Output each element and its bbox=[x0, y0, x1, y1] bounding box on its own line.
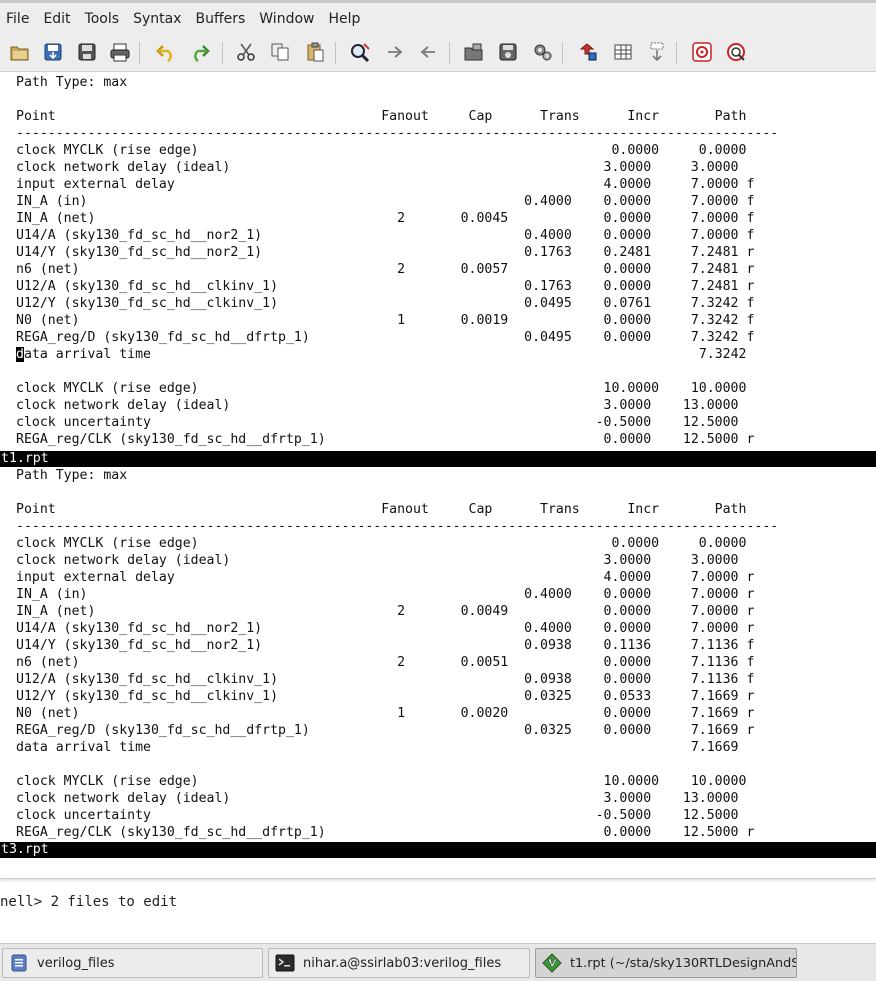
run-script-icon[interactable] bbox=[531, 40, 555, 64]
menu-tools[interactable]: Tools bbox=[79, 5, 128, 33]
menu-file[interactable]: File bbox=[0, 5, 37, 33]
help-icon[interactable] bbox=[690, 40, 714, 64]
task-verilog-files[interactable]: verilog_files bbox=[2, 948, 263, 978]
report-line: n6 (net) 2 0.0051 0.0000 7.1136 f bbox=[16, 655, 755, 670]
menu-buffers[interactable]: Buffers bbox=[189, 5, 253, 33]
undo-icon[interactable] bbox=[154, 40, 178, 64]
report-line: Path Type: max bbox=[16, 468, 128, 483]
report-line: REGA_reg/D (sky130_fd_sc_hd__dfrtp_1) 0.… bbox=[16, 723, 755, 738]
find-next-icon[interactable] bbox=[383, 40, 407, 64]
gvim-window-bottom-edge bbox=[0, 858, 876, 879]
report-line: U12/A (sky130_fd_sc_hd__clkinv_1) 0.0938… bbox=[16, 672, 755, 687]
editor-pane-top[interactable]: Path Type: max Point Fanout Cap Trans Inc… bbox=[0, 74, 876, 451]
report-line: IN_A (net) 2 0.0045 0.0000 7.0000 f bbox=[16, 211, 755, 226]
report-line: clock MYCLK (rise edge) 0.0000 0.0000 bbox=[16, 536, 747, 551]
terminal-output: nell> 2 files to edit bbox=[0, 894, 178, 910]
report-line: clock uncertainty -0.5000 12.5000 bbox=[16, 415, 739, 430]
report-line: ----------------------------------------… bbox=[16, 126, 779, 141]
toolbar-separator bbox=[222, 42, 223, 64]
toolbar-separator bbox=[335, 42, 336, 64]
report-line: clock network delay (ideal) 3.0000 13.00… bbox=[16, 791, 739, 806]
report-line-text: ata arrival time 7.3242 bbox=[23, 347, 747, 362]
report-line: Point Fanout Cap Trans Incr Path bbox=[16, 502, 747, 517]
find-replace-icon[interactable] bbox=[348, 40, 372, 64]
report-line: clock network delay (ideal) 3.0000 3.000… bbox=[16, 160, 739, 175]
menu-window[interactable]: Window bbox=[253, 5, 322, 33]
menu-help[interactable]: Help bbox=[322, 5, 368, 33]
report-line: data arrival time 7.1669 bbox=[16, 740, 739, 755]
toolbar-separator bbox=[449, 42, 450, 64]
print-icon[interactable] bbox=[108, 40, 132, 64]
load-session-icon[interactable] bbox=[462, 40, 486, 64]
report-line: U14/Y (sky130_fd_sc_hd__nor2_1) 0.0938 0… bbox=[16, 638, 755, 653]
task-label: nihar.a@ssirlab03:verilog_files bbox=[303, 955, 502, 971]
report-line: U14/A (sky130_fd_sc_hd__nor2_1) 0.4000 0… bbox=[16, 621, 755, 636]
report-line: N0 (net) 1 0.0020 0.0000 7.1669 r bbox=[16, 706, 755, 721]
report-line: input external delay 4.0000 7.0000 r bbox=[16, 570, 755, 585]
menu-edit[interactable]: Edit bbox=[37, 5, 78, 33]
task-label: verilog_files bbox=[37, 955, 115, 971]
report-line: clock MYCLK (rise edge) 10.0000 10.0000 bbox=[16, 381, 747, 396]
report-line: data arrival time 7.3242 bbox=[16, 346, 746, 363]
paste-icon[interactable] bbox=[303, 40, 327, 64]
report-line: ----------------------------------------… bbox=[16, 519, 779, 534]
report-line: n6 (net) 2 0.0057 0.0000 7.2481 r bbox=[16, 262, 755, 277]
find-prev-icon[interactable] bbox=[416, 40, 440, 64]
taskbar: verilog_files nihar.a@ssirlab03:verilog_… bbox=[0, 943, 876, 981]
report-line: U12/Y (sky130_fd_sc_hd__clkinv_1) 0.0495… bbox=[16, 296, 755, 311]
report-line: Point Fanout Cap Trans Incr Path bbox=[16, 109, 747, 124]
jump-tag-icon[interactable] bbox=[645, 40, 669, 64]
make-icon[interactable] bbox=[576, 40, 600, 64]
report-line: clock uncertainty -0.5000 12.5000 bbox=[16, 808, 739, 823]
report-line: REGA_reg/CLK (sky130_fd_sc_hd__dfrtp_1) … bbox=[16, 432, 755, 447]
report-line: input external delay 4.0000 7.0000 f bbox=[16, 177, 755, 192]
report-line: U12/A (sky130_fd_sc_hd__clkinv_1) 0.1763… bbox=[16, 279, 755, 294]
run-ctags-icon[interactable] bbox=[611, 40, 635, 64]
open-icon[interactable] bbox=[8, 40, 32, 64]
report-line: U12/Y (sky130_fd_sc_hd__clkinv_1) 0.0325… bbox=[16, 689, 755, 704]
report-line: IN_A (net) 2 0.0049 0.0000 7.0000 r bbox=[16, 604, 755, 619]
toolbar-separator bbox=[139, 42, 140, 64]
task-gvim[interactable]: t1.rpt (~/sta/sky130RTLDesignAndS… bbox=[535, 948, 797, 978]
report-line: REGA_reg/CLK (sky130_fd_sc_hd__dfrtp_1) … bbox=[16, 825, 755, 840]
task-label: t1.rpt (~/sta/sky130RTLDesignAndS… bbox=[570, 955, 797, 971]
save-all-icon[interactable] bbox=[75, 40, 99, 64]
report-line: clock network delay (ideal) 3.0000 13.00… bbox=[16, 398, 739, 413]
text-cursor: d bbox=[16, 347, 24, 362]
copy-icon[interactable] bbox=[268, 40, 292, 64]
report-line: clock network delay (ideal) 3.0000 3.000… bbox=[16, 553, 739, 568]
save-icon[interactable] bbox=[41, 40, 65, 64]
find-help-icon[interactable] bbox=[724, 40, 748, 64]
report-line: IN_A (in) 0.4000 0.0000 7.0000 r bbox=[16, 587, 755, 602]
file-manager-icon bbox=[9, 953, 29, 973]
menu-bar: File Edit Tools Syntax Buffers Window Help bbox=[0, 0, 876, 34]
task-terminal[interactable]: nihar.a@ssirlab03:verilog_files bbox=[268, 948, 530, 978]
toolbar-separator bbox=[562, 42, 563, 64]
redo-icon[interactable] bbox=[188, 40, 212, 64]
editor-pane-bottom[interactable]: Path Type: max Point Fanout Cap Trans Inc… bbox=[0, 467, 876, 842]
gvim-icon bbox=[542, 953, 562, 973]
report-line: clock MYCLK (rise edge) 10.0000 10.0000 bbox=[16, 774, 747, 789]
report-line: clock MYCLK (rise edge) 0.0000 0.0000 bbox=[16, 143, 747, 158]
cut-icon[interactable] bbox=[234, 40, 258, 64]
report-line: Path Type: max bbox=[16, 75, 128, 90]
report-line: U14/A (sky130_fd_sc_hd__nor2_1) 0.4000 0… bbox=[16, 228, 755, 243]
report-line: N0 (net) 1 0.0019 0.0000 7.3242 f bbox=[16, 313, 755, 328]
status-line-bottom[interactable]: t3.rpt bbox=[0, 842, 876, 858]
save-session-icon[interactable] bbox=[496, 40, 520, 64]
toolbar bbox=[0, 34, 876, 72]
report-line: IN_A (in) 0.4000 0.0000 7.0000 f bbox=[16, 194, 755, 209]
toolbar-separator bbox=[676, 42, 677, 64]
status-line-top[interactable]: t1.rpt bbox=[0, 451, 876, 467]
report-line: U14/Y (sky130_fd_sc_hd__nor2_1) 0.1763 0… bbox=[16, 245, 755, 260]
terminal-icon bbox=[275, 953, 295, 973]
menu-syntax[interactable]: Syntax bbox=[127, 5, 189, 33]
report-line: REGA_reg/D (sky130_fd_sc_hd__dfrtp_1) 0.… bbox=[16, 330, 755, 345]
